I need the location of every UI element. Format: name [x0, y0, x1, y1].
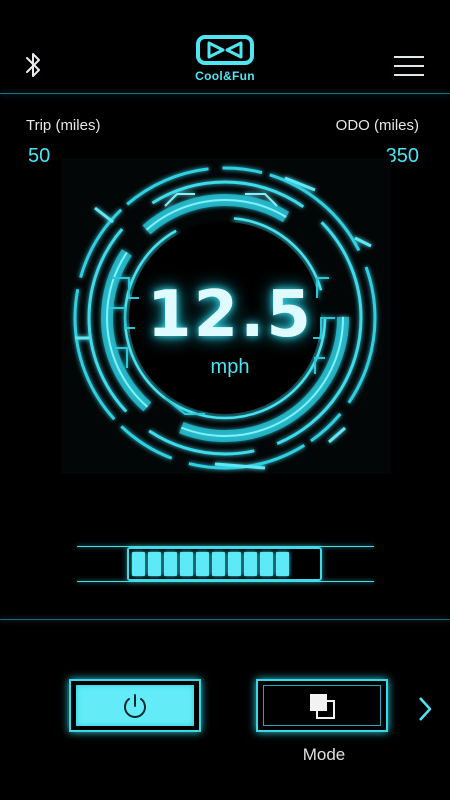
trip-label: Trip (miles) [26, 117, 101, 134]
controls-divider [0, 619, 450, 620]
power-button-face[interactable] [76, 685, 194, 726]
chevron-right-icon[interactable] [416, 694, 434, 724]
power-icon [124, 693, 146, 718]
bluetooth-icon[interactable] [22, 50, 44, 80]
speed-value: 12.5 [147, 278, 313, 352]
hamburger-menu-icon[interactable] [394, 56, 424, 78]
header-divider [0, 93, 450, 94]
battery-segment [276, 552, 289, 576]
power-button[interactable] [69, 679, 201, 732]
mode-button[interactable] [256, 679, 388, 732]
app-header: Cool&Fun [0, 0, 450, 94]
battery-segment [180, 552, 193, 576]
battery-bottom-line [77, 581, 374, 582]
battery-segment [148, 552, 161, 576]
speed-unit: mph [210, 356, 250, 378]
mode-icon [310, 693, 335, 719]
brand-name: Cool&Fun [195, 69, 255, 83]
mode-button-face[interactable] [263, 685, 381, 726]
battery-segment [212, 552, 225, 576]
battery-indicator [127, 547, 322, 581]
battery-segment [228, 552, 241, 576]
battery-segment [196, 552, 209, 576]
mode-label: Mode [302, 745, 346, 764]
battery-segment [164, 552, 177, 576]
battery-segment [244, 552, 257, 576]
battery-segment [260, 552, 273, 576]
battery-segment [132, 552, 145, 576]
odo-label: ODO (miles) [335, 117, 419, 134]
trip-value: 50 [28, 145, 51, 167]
